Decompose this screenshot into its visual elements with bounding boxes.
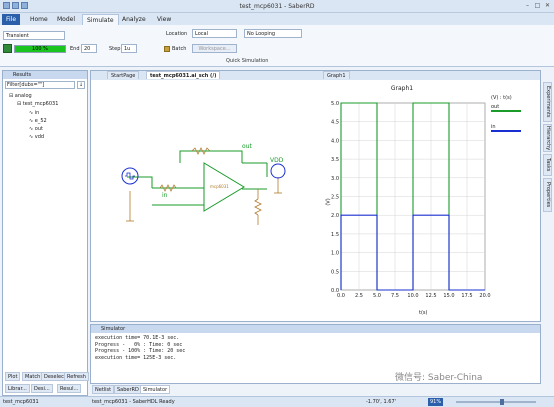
netlist-tab[interactable]: Netlist <box>92 385 115 394</box>
results-tab[interactable]: Resul... <box>57 384 82 393</box>
filter-apply-icon[interactable]: ↓ <box>77 81 85 89</box>
ribbon-tab-bar: File Home Model Simulate Analyze View <box>0 13 554 25</box>
net-label-out: out <box>242 143 252 150</box>
plot-button[interactable]: Plot <box>5 372 21 381</box>
title-bar: test_mcp6031 - SaberRD – □ ✕ <box>0 0 554 13</box>
step-input[interactable]: 1u <box>121 44 137 53</box>
status-bar: test_mcp6031 test_mcp6031 - SaberHDL Rea… <box>0 396 554 407</box>
vdd-source-icon <box>270 163 286 179</box>
console-line: execution time= 125E-3 sec. <box>95 354 177 361</box>
status-message: test_mcp6031 - SaberHDL Ready <box>92 399 175 405</box>
y-tick-label: 1.0 <box>331 251 339 257</box>
minimize-button[interactable]: – <box>523 2 532 10</box>
net-label-vdd: VDD <box>270 157 284 164</box>
cursor-coordinates: -1.70', 1.67' <box>366 399 396 405</box>
y-tick-label: 2.5 <box>331 195 339 201</box>
tab-analyze[interactable]: Analyze <box>118 14 150 25</box>
tab-file[interactable]: File <box>2 14 21 25</box>
run-simulation-icon[interactable] <box>3 44 12 53</box>
tab-simulate[interactable]: Simulate <box>82 14 119 25</box>
workspace-button[interactable]: Workspace... <box>192 44 237 53</box>
simulator-panel-title: Simulator <box>91 325 540 333</box>
x-tick-label: 15.0 <box>443 293 454 299</box>
progress-label: 100 % <box>32 46 48 52</box>
looping-select[interactable]: No Looping <box>244 29 302 38</box>
results-filter-input[interactable]: Filter[dubs=""] <box>5 81 75 89</box>
tab-home[interactable]: Home <box>26 14 52 25</box>
schematic-drawing <box>121 147 286 225</box>
end-time-input[interactable]: 20 <box>81 44 97 53</box>
simulator-console: execution time= 70.1E-3 sec. Progress - 0… <box>91 333 540 363</box>
properties-tab[interactable]: Properties <box>543 178 552 212</box>
document-area: StartPage test_mcp6031.ai_sch (/) Graph1 <box>90 70 541 322</box>
y-tick-label: 4.5 <box>331 120 339 126</box>
watermark: 微信号: Saber-China <box>395 373 483 383</box>
design-tab[interactable]: Desi... <box>31 384 53 393</box>
refresh-button[interactable]: Refresh <box>64 372 89 381</box>
analysis-type-select[interactable]: Transient <box>3 31 65 40</box>
hierarchy-tab[interactable]: Hierarchy <box>543 124 552 152</box>
y-tick-label: 0.5 <box>331 269 339 275</box>
tree-item-analog[interactable]: ⊟ analog <box>9 93 32 99</box>
zoom-slider-thumb[interactable] <box>500 399 504 405</box>
tab-view[interactable]: View <box>153 14 175 25</box>
zoom-level[interactable]: 91% <box>428 398 444 406</box>
maximize-button[interactable]: □ <box>533 2 542 10</box>
tree-label: analog <box>14 93 32 99</box>
simulator-tab[interactable]: Simulator <box>140 385 171 394</box>
step-label: Step <box>109 46 121 52</box>
results-panel-title: Results <box>3 71 87 79</box>
tree-label: test_mcp6031 <box>22 101 59 107</box>
saberrd-tab[interactable]: SaberRD <box>114 385 142 394</box>
location-label: Location <box>166 31 188 37</box>
x-tick-label: 20.0 <box>479 293 490 299</box>
tree-item-out[interactable]: ∿ out <box>29 126 43 132</box>
tree-label: out <box>34 126 43 132</box>
simulation-progress-bar: 100 % <box>14 45 66 53</box>
x-tick-label: 5.0 <box>373 293 381 299</box>
tasks-tab[interactable]: Tasks <box>543 154 552 176</box>
tree-label: vdd <box>34 134 45 140</box>
x-tick-label: 7.5 <box>391 293 399 299</box>
x-tick-label: 10.0 <box>407 293 418 299</box>
window-title: test_mcp6031 - SaberRD <box>239 3 315 10</box>
tab-schematic[interactable]: test_mcp6031.ai_sch (/) <box>146 71 221 79</box>
tree-item-design[interactable]: ⊟ test_mcp6031 <box>17 101 58 107</box>
y-tick-label: 5.0 <box>331 101 339 107</box>
status-left: test_mcp6031 <box>3 399 39 405</box>
batch-icon <box>164 46 170 52</box>
tab-startpage[interactable]: StartPage <box>107 71 140 79</box>
tree-item-in[interactable]: ∿ in <box>29 110 39 116</box>
net-label-in: in <box>162 192 168 199</box>
y-tick-label: 2.0 <box>331 213 339 219</box>
y-tick-label: 0.0 <box>331 288 339 294</box>
x-tick-label: 12.5 <box>425 293 436 299</box>
end-label: End <box>70 46 80 52</box>
schematic-canvas[interactable]: out VDD in mcp6031 <box>92 81 314 321</box>
x-tick-label: 17.5 <box>461 293 472 299</box>
y-tick-label: 1.5 <box>331 232 339 238</box>
y-tick-label: 4.0 <box>331 138 339 144</box>
graph-plot-area: 0.0 2.5 5.0 7.5 10.0 12.5 15.0 17.5 20.00.00.51.… <box>331 101 491 299</box>
opamp-label: mcp6031 <box>210 184 229 189</box>
tab-graph1[interactable]: Graph1 <box>323 71 350 79</box>
zoom-slider[interactable] <box>456 401 536 403</box>
location-select[interactable]: Local <box>192 29 237 38</box>
tree-label: in <box>34 110 40 116</box>
tree-item-vdd[interactable]: ∿ vdd <box>29 134 44 140</box>
y-tick-label: 3.5 <box>331 157 339 163</box>
experiments-tab[interactable]: Experiments <box>543 82 552 122</box>
tab-model[interactable]: Model <box>53 14 79 25</box>
results-panel: Results Filter[dubs=""] ↓ ⊟ analog ⊟ tes… <box>2 70 89 396</box>
x-tick-label: 2.5 <box>355 293 363 299</box>
tree-item-e52[interactable]: ∿ e_52 <box>29 118 47 124</box>
library-tab[interactable]: Librar... <box>5 384 30 393</box>
batch-button[interactable]: Batch <box>172 46 186 52</box>
ribbon-group-label: Quick Simulation <box>226 58 269 64</box>
close-button[interactable]: ✕ <box>543 2 552 10</box>
y-tick-label: 3.0 <box>331 176 339 182</box>
graph-window[interactable]: Graph1 (V) : t(s) out in (V) t(s) 0.0 2.5… <box>317 81 539 321</box>
tree-label: e_52 <box>34 118 47 124</box>
ribbon-panel: Transient End 20 Step 1u Location Local … <box>0 25 554 67</box>
